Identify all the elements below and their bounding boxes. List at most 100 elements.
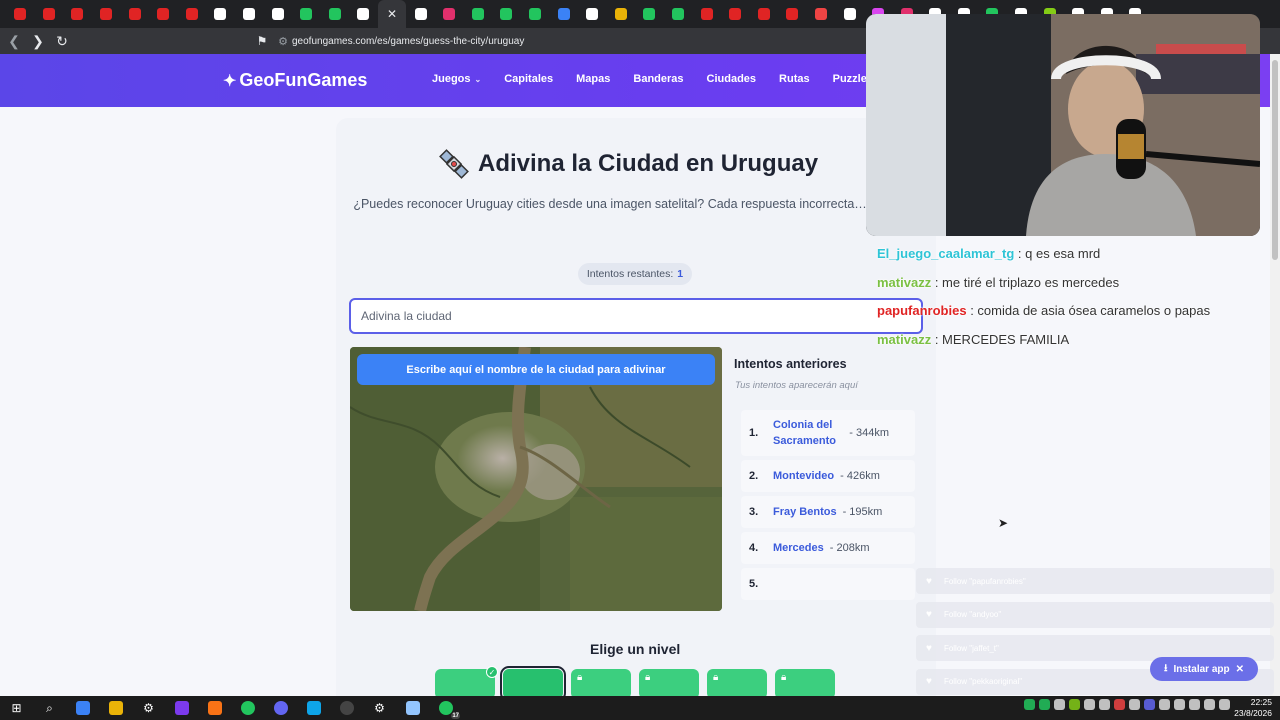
guess-distance: - 208km xyxy=(829,542,870,554)
nav-item-ciudades[interactable]: Ciudades xyxy=(707,73,757,85)
tray-icon[interactable] xyxy=(1189,699,1200,710)
close-tab-icon[interactable]: ✕ xyxy=(387,7,397,21)
close-icon[interactable]: ✕ xyxy=(1236,664,1244,675)
browser-tab[interactable] xyxy=(778,0,807,28)
search-icon[interactable]: ⌕ xyxy=(33,696,66,720)
browser-tab[interactable] xyxy=(606,0,635,28)
browser-tab-active[interactable]: ✕ xyxy=(377,0,407,28)
tray-icon[interactable] xyxy=(1069,699,1080,710)
taskbar-clock[interactable]: 22:25 23/8/2026 xyxy=(1234,697,1272,719)
guess-distance: - 195km xyxy=(842,506,883,518)
checkmark-icon: ✓ xyxy=(486,666,498,678)
discord-icon[interactable] xyxy=(264,696,297,720)
spotify-icon[interactable] xyxy=(231,696,264,720)
logo-text: GeoFunGames xyxy=(239,70,368,90)
level-3-button[interactable]: 🔒︎ xyxy=(571,669,631,699)
browser-tab[interactable] xyxy=(406,0,435,28)
level-5-button[interactable]: 🔒︎ xyxy=(707,669,767,699)
browser-tab[interactable] xyxy=(292,0,321,28)
obs-icon[interactable] xyxy=(330,696,363,720)
tray-icon[interactable] xyxy=(1024,699,1035,710)
app-icon[interactable] xyxy=(297,696,330,720)
nav-item-banderas[interactable]: Banderas xyxy=(633,73,683,85)
city-guess-input[interactable] xyxy=(349,298,923,334)
browser-tab[interactable] xyxy=(692,0,721,28)
chat-username: El_juego_caalamar_tg xyxy=(877,246,1015,261)
address-bar[interactable]: ⚑ ⚙ geofungames.com/es/games/guess-the-c… xyxy=(250,30,870,52)
nav-item-juegos[interactable]: Juegos ⌄ xyxy=(432,73,481,85)
browser-tab[interactable] xyxy=(464,0,493,28)
app-icon[interactable] xyxy=(396,696,429,720)
browser-tab[interactable] xyxy=(263,0,292,28)
store-icon[interactable] xyxy=(66,696,99,720)
browser-tab[interactable] xyxy=(206,0,235,28)
tray-icon[interactable] xyxy=(1054,699,1065,710)
browser-tab[interactable] xyxy=(835,0,864,28)
site-logo[interactable]: ✦ GeoFunGames xyxy=(223,70,367,91)
nav-item-puzzle[interactable]: Puzzle xyxy=(833,73,867,85)
tray-icon[interactable] xyxy=(1144,699,1155,710)
browser-tab[interactable] xyxy=(749,0,778,28)
browser-tab[interactable] xyxy=(92,0,121,28)
level-1-button[interactable]: ✓ xyxy=(435,666,498,699)
windows-start-icon[interactable]: ⊞ xyxy=(0,696,33,720)
list-item: 1. Colonia del Sacramento - 344km xyxy=(741,410,915,456)
browser-tab[interactable] xyxy=(178,0,207,28)
brave-browser-icon[interactable] xyxy=(198,696,231,720)
browser-tab[interactable] xyxy=(349,0,378,28)
tab-favicon-icon xyxy=(757,8,770,20)
nav-label: Rutas xyxy=(779,73,810,85)
tab-favicon-icon xyxy=(100,8,113,20)
browser-tab[interactable] xyxy=(549,0,578,28)
browser-tab[interactable] xyxy=(35,0,64,28)
level-2-button[interactable] xyxy=(500,666,566,702)
browser-tab[interactable] xyxy=(149,0,178,28)
guess-hint-button[interactable]: Escribe aquí el nombre de la ciudad para… xyxy=(357,354,715,385)
browser-tab[interactable] xyxy=(721,0,750,28)
forward-arrow-icon[interactable]: ❯ xyxy=(28,33,48,50)
steam-icon[interactable]: ⚙ xyxy=(363,696,396,720)
tray-icon[interactable] xyxy=(1219,699,1230,710)
tray-icon[interactable] xyxy=(1159,699,1170,710)
browser-tab[interactable] xyxy=(635,0,664,28)
browser-tab[interactable] xyxy=(235,0,264,28)
whatsapp-icon[interactable]: 17 xyxy=(429,696,462,720)
browser-tab[interactable] xyxy=(6,0,35,28)
tray-icon[interactable] xyxy=(1099,699,1110,710)
browser-tab[interactable] xyxy=(321,0,350,28)
settings-icon[interactable]: ⚙ xyxy=(132,696,165,720)
browser-tab[interactable] xyxy=(63,0,92,28)
chat-message: mativazz : me tiré el triplazo es merced… xyxy=(877,269,1277,298)
nav-item-mapas[interactable]: Mapas xyxy=(576,73,610,85)
browser-tab[interactable] xyxy=(521,0,550,28)
webcam-overlay xyxy=(866,14,1260,236)
browser-tab[interactable] xyxy=(120,0,149,28)
file-explorer-icon[interactable] xyxy=(99,696,132,720)
main-nav: Juegos ⌄ Capitales Mapas Banderas Ciudad… xyxy=(432,73,890,85)
level-6-button[interactable]: 🔒︎ xyxy=(775,669,835,699)
tray-icon[interactable] xyxy=(1204,699,1215,710)
nav-item-rutas[interactable]: Rutas xyxy=(779,73,810,85)
browser-tab[interactable] xyxy=(435,0,464,28)
reload-icon[interactable]: ↻ xyxy=(52,33,72,50)
follow-alert: ♥ Follow "papufanrobies" xyxy=(916,568,1274,594)
app-icon[interactable] xyxy=(165,696,198,720)
browser-tab[interactable] xyxy=(492,0,521,28)
level-4-button[interactable]: 🔒︎ xyxy=(639,669,699,699)
bookmark-icon[interactable]: ⚑ xyxy=(250,34,274,48)
install-app-button[interactable]: ⭳ Instalar app ✕ xyxy=(1150,657,1258,681)
tray-icon[interactable] xyxy=(1039,699,1050,710)
browser-tab[interactable] xyxy=(807,0,836,28)
url-text[interactable]: geofungames.com/es/games/guess-the-city/… xyxy=(292,36,524,47)
site-info-icon[interactable]: ⚙ xyxy=(274,35,292,48)
tab-favicon-icon xyxy=(843,8,856,20)
tray-icon[interactable] xyxy=(1174,699,1185,710)
page-scrollbar-thumb[interactable] xyxy=(1272,60,1278,260)
browser-tab[interactable] xyxy=(578,0,607,28)
back-arrow-icon[interactable]: ❮ xyxy=(4,33,24,50)
nav-item-capitales[interactable]: Capitales xyxy=(504,73,553,85)
browser-tab[interactable] xyxy=(664,0,693,28)
tray-icon[interactable] xyxy=(1129,699,1140,710)
tray-icon[interactable] xyxy=(1114,699,1125,710)
tray-icon[interactable] xyxy=(1084,699,1095,710)
